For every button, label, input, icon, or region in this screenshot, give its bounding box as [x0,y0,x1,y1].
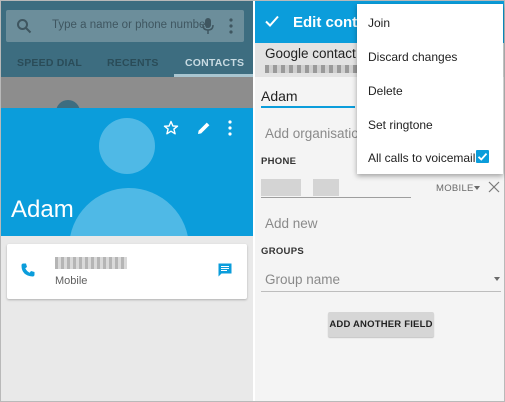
overflow-menu: Join Discard changes Delete Set ringtone… [357,4,503,174]
contact-header: Adam [1,108,253,236]
search-bar[interactable]: Type a name or phone number [6,10,244,42]
check-icon[interactable] [265,14,279,28]
dropdown-arrow-icon [474,186,480,190]
tab-contacts[interactable]: CONTACTS [185,57,244,69]
dropdown-arrow-icon [494,277,500,281]
person-silhouette-icon [99,118,155,174]
person-silhouette-body [69,188,189,236]
star-icon[interactable] [163,120,179,136]
tab-speed-dial[interactable]: SPEED DIAL [17,57,82,69]
message-icon[interactable] [217,262,233,278]
toolbar-title: Edit conta [293,14,366,31]
menu-item-voicemail[interactable]: All calls to voicemail [368,151,475,165]
account-label: Google contact [265,46,356,61]
menu-item-discard-changes[interactable]: Discard changes [368,50,457,64]
phone-number-redacted [313,179,339,196]
phone-type-dropdown[interactable]: MOBILE [436,183,474,194]
group-field-underline [261,291,501,292]
dimmed-list [1,77,253,124]
tab-recents[interactable]: RECENTS [107,57,159,69]
check-icon [477,153,488,161]
name-field-underline [261,106,355,108]
organisation-field[interactable]: Add organisation [265,126,366,141]
phone-section-header: PHONE [261,156,297,167]
phone-field-underline [261,197,411,198]
search-placeholder: Type a name or phone number [52,19,210,31]
group-name-dropdown[interactable]: Group name [265,272,340,287]
add-new-phone[interactable]: Add new [265,216,318,231]
contact-name: Adam [11,196,74,223]
menu-item-join[interactable]: Join [368,16,390,30]
name-field[interactable]: Adam [261,88,298,104]
phone-number-redacted [55,257,127,269]
mic-icon[interactable] [202,18,214,34]
account-email-redacted [265,65,361,73]
contact-view-panel: Type a name or phone number SPEED DIAL R… [1,1,253,401]
dimmed-app-bar: Type a name or phone number SPEED DIAL R… [1,1,253,124]
more-vert-icon[interactable] [227,120,233,136]
tab-bar: SPEED DIAL RECENTS CONTACTS [1,54,253,76]
search-icon [17,19,32,34]
groups-section-header: GROUPS [261,246,304,257]
phone-type-label: Mobile [55,275,88,287]
menu-item-set-ringtone[interactable]: Set ringtone [368,118,433,132]
phone-icon[interactable] [20,262,36,278]
phone-number-redacted[interactable] [261,179,301,196]
edit-icon[interactable] [196,120,212,136]
voicemail-checkbox[interactable] [476,150,489,163]
menu-item-delete[interactable]: Delete [368,84,403,98]
add-another-field-button[interactable]: ADD ANOTHER FIELD [328,312,434,337]
phone-entry-card[interactable]: Mobile [7,244,247,299]
more-vert-icon[interactable] [228,18,234,34]
close-icon[interactable] [488,181,500,193]
